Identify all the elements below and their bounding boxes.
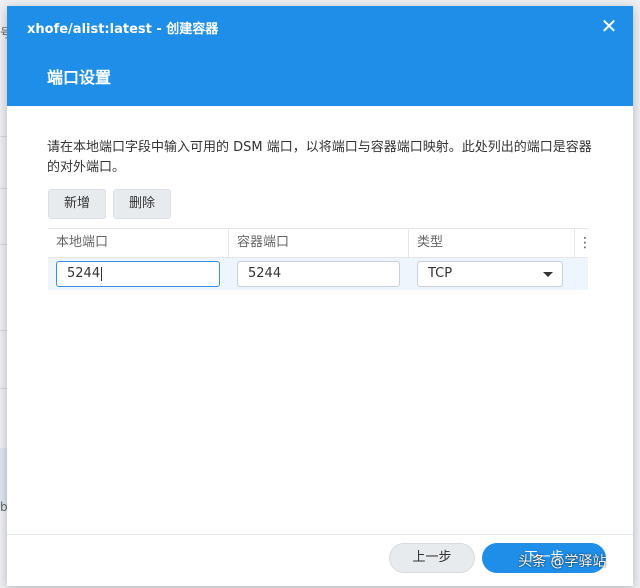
previous-step-button[interactable]: 上一步 <box>389 543 475 573</box>
local-port-input[interactable]: 5244 <box>56 261 220 287</box>
text-cursor <box>101 266 103 281</box>
dialog-header: xhofe/alist:latest - 创建容器 ✕ 端口设置 <box>7 6 633 106</box>
port-mapping-table: 本地端口 容器端口 类型 ⋮ 5244 5244 TCP <box>48 228 592 290</box>
close-icon[interactable]: ✕ <box>599 16 619 36</box>
port-description: 请在本地端口字段中输入可用的 DSM 端口，以将端口与容器端口映射。此处列出的端… <box>47 140 592 175</box>
chevron-down-icon[interactable] <box>543 272 553 277</box>
container-port-input[interactable]: 5244 <box>237 261 400 287</box>
table-header: 本地端口 容器端口 类型 ⋮ <box>48 228 592 258</box>
create-container-dialog: xhofe/alist:latest - 创建容器 ✕ 端口设置 请在本地端口字… <box>7 6 633 586</box>
column-header-local-port[interactable]: 本地端口 <box>48 229 228 257</box>
table-row[interactable]: 5244 5244 TCP <box>48 258 588 290</box>
column-header-container-port[interactable]: 容器端口 <box>228 229 408 257</box>
protocol-type-value: TCP <box>428 266 453 281</box>
protocol-type-select[interactable]: TCP <box>417 261 563 287</box>
watermark: 头条 @学驿站 <box>518 554 607 570</box>
add-button[interactable]: 新增 <box>48 189 106 219</box>
more-vertical-icon[interactable]: ⋮ <box>574 229 592 257</box>
local-port-value: 5244 <box>67 266 101 281</box>
container-port-value: 5244 <box>248 266 282 281</box>
column-header-type[interactable]: 类型 <box>408 229 574 257</box>
section-title: 端口设置 <box>47 68 112 87</box>
dialog-title: xhofe/alist:latest - 创建容器 <box>27 22 219 37</box>
delete-button[interactable]: 删除 <box>113 189 171 219</box>
